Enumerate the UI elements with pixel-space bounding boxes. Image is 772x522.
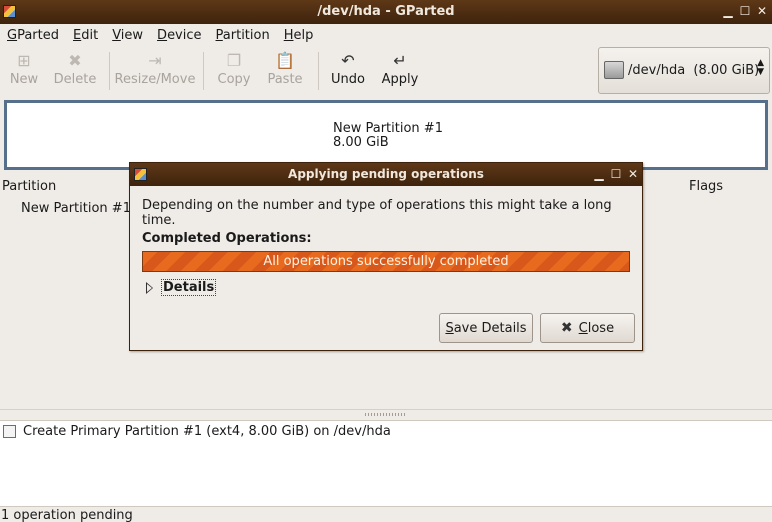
menu-gparted-mnemonic: G	[7, 27, 18, 43]
menu-partition[interactable]: Partition	[209, 28, 277, 43]
close-icon[interactable]: ✕	[756, 3, 768, 19]
delete-button[interactable]: ✖ Delete	[50, 50, 100, 92]
progress-text: All operations successfully completed	[263, 254, 509, 269]
splitter-grip-icon	[365, 413, 407, 416]
close-mnemonic: C	[578, 320, 588, 336]
combo-arrows-icon: ▲ ▼	[757, 58, 764, 77]
window-titlebar: /dev/hda - GParted ▁ ☐ ✕	[0, 0, 772, 24]
device-selector-label: /dev/hda (8.00 GiB)	[628, 63, 760, 78]
paste-icon: 📋	[275, 51, 295, 70]
menu-view-mnemonic: V	[112, 27, 121, 43]
menu-device-label: evice	[167, 27, 202, 43]
partition-row[interactable]: New Partition #1	[21, 201, 131, 216]
device-selector[interactable]: /dev/hda (8.00 GiB) ▲ ▼	[598, 47, 770, 94]
copy-button-label: Copy	[217, 72, 251, 87]
save-details-button[interactable]: Save Details	[439, 313, 533, 343]
window-title: /dev/hda - GParted	[317, 4, 455, 19]
harddisk-icon	[604, 61, 624, 79]
column-header-partition[interactable]: Partition	[2, 179, 56, 194]
copy-icon: ❐	[226, 51, 242, 70]
paste-button[interactable]: 📋 Paste	[262, 50, 308, 92]
new-button[interactable]: ⊞ New	[4, 50, 44, 92]
menu-edit-mnemonic: E	[73, 27, 82, 43]
apply-operations-dialog: Applying pending operations ▁ ☐ ✕ Depend…	[129, 162, 643, 351]
delete-icon: ✖	[68, 51, 82, 70]
menu-partition-mnemonic: P	[215, 27, 223, 43]
save-details-label: ave Details	[453, 320, 527, 336]
menu-help[interactable]: Help	[277, 28, 321, 43]
close-icon: ✖	[560, 320, 573, 336]
resize-move-button-label: Resize/Move	[114, 72, 196, 87]
graph-partition-size: 8.00 GiB	[333, 135, 389, 150]
toolbar-separator	[203, 52, 204, 90]
copy-button[interactable]: ❐ Copy	[212, 50, 256, 92]
menu-device[interactable]: Device	[150, 28, 208, 43]
create-partition-icon	[3, 425, 16, 438]
menu-device-mnemonic: D	[157, 27, 168, 43]
resize-move-icon: ⇥	[148, 51, 162, 70]
details-label: Details	[161, 279, 217, 296]
partition-graph[interactable]: New Partition #1 8.00 GiB	[4, 100, 768, 170]
menu-edit-label: dit	[81, 27, 99, 43]
menu-view[interactable]: View	[105, 28, 150, 43]
menu-help-label: elp	[293, 27, 314, 43]
undo-button[interactable]: ↶ Undo	[326, 50, 370, 92]
dialog-close-icon[interactable]: ✕	[627, 166, 639, 182]
operation-label: Create Primary Partition #1 (ext4, 8.00 …	[23, 424, 391, 439]
operation-item[interactable]: Create Primary Partition #1 (ext4, 8.00 …	[3, 424, 391, 439]
details-expander[interactable]: Details	[146, 279, 217, 296]
dialog-maximize-icon[interactable]: ☐	[610, 166, 622, 182]
column-header-flags[interactable]: Flags	[689, 179, 723, 194]
resize-move-button[interactable]: ⇥ Resize/Move	[114, 50, 196, 92]
toolbar-separator	[318, 52, 319, 90]
dialog-message: Depending on the number and type of oper…	[142, 198, 612, 228]
close-label: lose	[587, 320, 615, 336]
delete-button-label: Delete	[53, 72, 97, 87]
apply-button[interactable]: ↵ Apply	[378, 50, 422, 92]
menu-edit[interactable]: Edit	[66, 28, 105, 43]
graph-partition-name: New Partition #1	[333, 121, 443, 136]
menu-partition-label: artition	[222, 27, 270, 43]
menu-view-label: iew	[120, 27, 144, 43]
toolbar-separator	[109, 52, 110, 90]
dialog-titlebar: Applying pending operations ▁ ☐ ✕	[130, 163, 642, 186]
status-text: 1 operation pending	[1, 508, 133, 522]
minimize-icon[interactable]: ▁	[722, 3, 734, 19]
dialog-minimize-icon[interactable]: ▁	[593, 166, 605, 182]
dialog-title: Applying pending operations	[288, 167, 484, 181]
save-details-mnemonic: S	[445, 320, 454, 336]
new-partition-icon: ⊞	[17, 51, 31, 70]
expander-arrow-icon	[146, 281, 153, 294]
undo-button-label: Undo	[331, 72, 365, 87]
completed-operations-label: Completed Operations:	[142, 231, 312, 246]
maximize-icon[interactable]: ☐	[739, 3, 751, 19]
menu-gparted[interactable]: GParted	[0, 28, 66, 43]
apply-button-label: Apply	[381, 72, 419, 87]
close-button[interactable]: ✖ Close	[540, 313, 635, 343]
operations-progress-bar: All operations successfully completed	[142, 251, 630, 272]
menubar: GParted Edit View Device Partition Help	[0, 24, 772, 46]
paste-button-label: Paste	[267, 72, 303, 87]
pending-operations-list: Create Primary Partition #1 (ext4, 8.00 …	[0, 420, 772, 506]
undo-icon: ↶	[341, 51, 355, 70]
new-button-label: New	[9, 72, 39, 87]
statusbar: 1 operation pending	[0, 506, 772, 522]
menu-gparted-label: Parted	[17, 27, 59, 43]
apply-icon: ↵	[393, 51, 407, 70]
pane-splitter[interactable]	[0, 409, 772, 419]
